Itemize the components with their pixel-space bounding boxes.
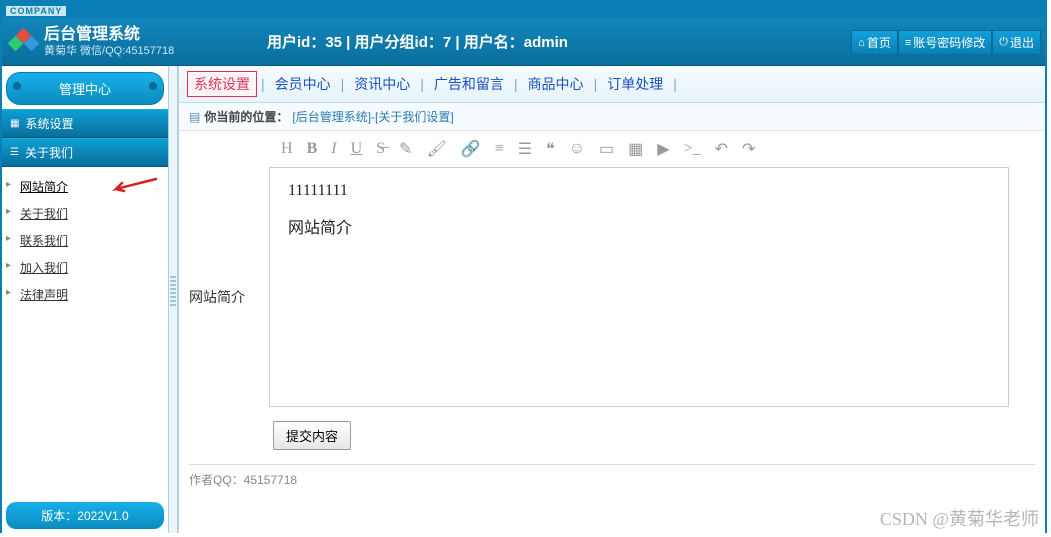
- list-icon: ≡: [905, 37, 911, 49]
- sidebar-item-join-us[interactable]: 加入我们: [20, 254, 168, 281]
- tab-order-process[interactable]: 订单处理: [601, 72, 669, 96]
- version-label: 版本：2022V1.0: [6, 502, 164, 529]
- home-button[interactable]: ⌂首页: [851, 30, 898, 55]
- editor-line: 11111111: [288, 182, 990, 200]
- sidebar: 管理中心 ▦系统设置 ☰关于我们 网站简介 关于我们 联系我们 加入我们 法律声…: [2, 66, 168, 533]
- editor-toolbar: H B I U S̶ ✎ 🖌 🔗 ≡ ☰ ❝ ☺ ▭ ▦ ▶ >_ ↶: [267, 131, 1045, 167]
- breadcrumb: ▤ 你当前的位置： [后台管理系统]-[关于我们设置]: [179, 103, 1045, 131]
- list-ul-icon[interactable]: ☰: [518, 139, 532, 159]
- sidebar-cat-system[interactable]: ▦系统设置: [2, 109, 168, 138]
- main-panel: 系统设置| 会员中心| 资讯中心| 广告和留言| 商品中心| 订单处理| ▤ 你…: [178, 66, 1045, 533]
- password-button[interactable]: ≡账号密码修改: [898, 30, 992, 55]
- video-icon[interactable]: ▶: [657, 139, 669, 159]
- doc-icon: ▤: [189, 110, 200, 124]
- link-icon[interactable]: 🔗: [461, 139, 481, 159]
- power-icon: ⏻: [999, 36, 1008, 49]
- app-subtitle: 黄菊华 微信/QQ:45157718: [44, 45, 174, 58]
- logo-icon: [10, 28, 38, 56]
- submit-button[interactable]: 提交内容: [273, 421, 351, 450]
- sidebar-item-legal[interactable]: 法律声明: [20, 281, 168, 308]
- strike-icon[interactable]: S̶: [376, 140, 385, 158]
- image-icon[interactable]: ▭: [599, 139, 614, 159]
- emoji-icon[interactable]: ☺: [569, 140, 585, 158]
- splitter-handle[interactable]: [168, 66, 178, 533]
- user-info: 用户id：35 | 用户分组id：7 | 用户名：admin: [267, 31, 568, 52]
- sidebar-item-site-intro[interactable]: 网站简介: [20, 173, 168, 200]
- menu-icon: ☰: [10, 147, 19, 158]
- sidebar-heading: 管理中心: [6, 72, 164, 105]
- logout-button[interactable]: ⏻退出: [992, 30, 1041, 55]
- tab-ads-messages[interactable]: 广告和留言: [428, 72, 510, 96]
- redo-icon[interactable]: ↷: [742, 139, 755, 159]
- header-bar: 后台管理系统 黄菊华 微信/QQ:45157718 用户id：35 | 用户分组…: [2, 18, 1045, 66]
- pointer-arrow-icon: [110, 177, 158, 198]
- underline-icon[interactable]: U: [351, 140, 363, 158]
- sidebar-item-contact-us[interactable]: 联系我们: [20, 227, 168, 254]
- field-label: 网站简介: [189, 167, 269, 307]
- sidebar-item-about-us[interactable]: 关于我们: [20, 200, 168, 227]
- undo-icon[interactable]: ↶: [715, 139, 728, 159]
- logo-block: 后台管理系统 黄菊华 微信/QQ:45157718: [2, 25, 257, 57]
- sidebar-cat-about[interactable]: ☰关于我们: [2, 138, 168, 167]
- brush-icon[interactable]: 🖌: [426, 139, 446, 159]
- breadcrumb-label: 你当前的位置：: [204, 108, 288, 125]
- tab-system-settings[interactable]: 系统设置: [187, 71, 257, 97]
- top-nav: 系统设置| 会员中心| 资讯中心| 广告和留言| 商品中心| 订单处理|: [179, 66, 1045, 103]
- table-icon[interactable]: ▦: [628, 139, 643, 159]
- bold-icon[interactable]: B: [307, 140, 318, 158]
- footer-note: 作者QQ：45157718: [189, 464, 1035, 494]
- breadcrumb-path: [后台管理系统]-[关于我们设置]: [292, 108, 453, 125]
- home-icon: ⌂: [858, 37, 865, 49]
- editor-line: 网站简介: [288, 214, 990, 238]
- eraser-icon[interactable]: ✎: [399, 139, 412, 159]
- app-title: 后台管理系统: [44, 25, 174, 44]
- list-ol-icon[interactable]: ≡: [495, 140, 504, 158]
- tab-news-center[interactable]: 资讯中心: [348, 72, 416, 96]
- editor-textarea[interactable]: 11111111 网站简介: [269, 167, 1009, 407]
- company-tag: COMPANY: [2, 2, 1045, 18]
- heading-icon[interactable]: H: [281, 140, 293, 158]
- tab-product-center[interactable]: 商品中心: [522, 72, 590, 96]
- grid-icon: ▦: [10, 118, 19, 129]
- code-icon[interactable]: >_: [684, 140, 701, 158]
- quote-icon[interactable]: ❝: [546, 139, 555, 159]
- italic-icon[interactable]: I: [331, 140, 336, 158]
- tab-member-center[interactable]: 会员中心: [269, 72, 337, 96]
